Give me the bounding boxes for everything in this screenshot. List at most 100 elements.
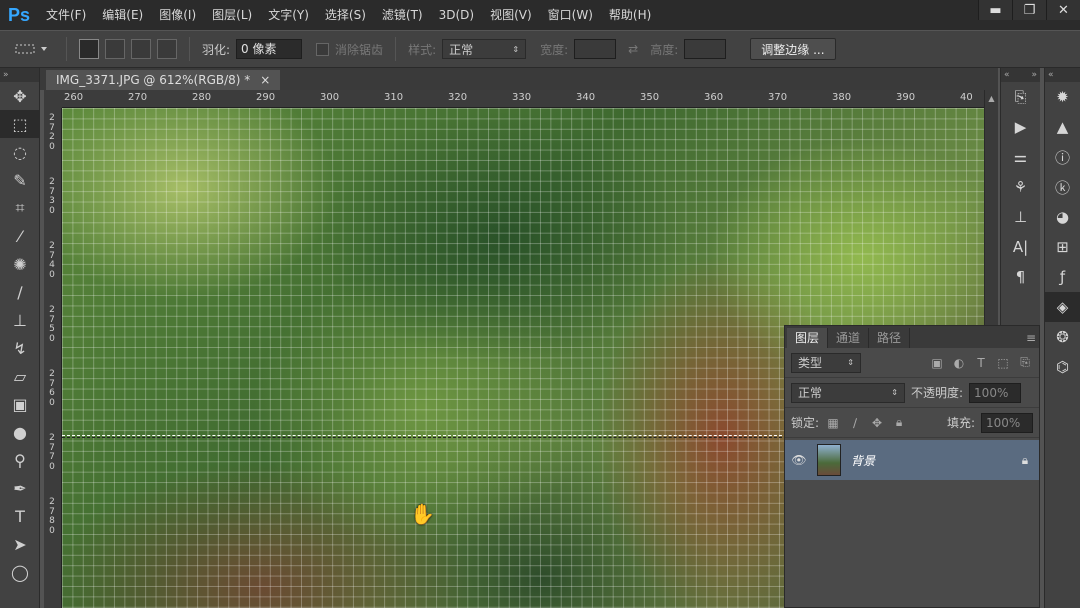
antialias-checkbox[interactable] (316, 42, 330, 56)
paragraph-panel-icon[interactable]: ¶ (1001, 262, 1040, 292)
channels-panel-icon[interactable]: ❂ (1045, 322, 1080, 352)
crop-tool-icon[interactable]: ⌗ (0, 194, 40, 222)
menu-image[interactable]: 图像(I) (151, 0, 204, 30)
swap-icon[interactable]: ⇄ (628, 42, 638, 56)
height-input[interactable] (684, 39, 727, 59)
horizontal-ruler[interactable]: 260 270 280 290 300 310 320 330 340 350 … (62, 90, 984, 108)
menu-edit[interactable]: 编辑(E) (94, 0, 151, 30)
lock-all-icon[interactable]: 🔒︎ (891, 415, 907, 430)
scroll-up-icon[interactable]: ▲ (985, 94, 998, 103)
new-selection-icon[interactable] (79, 39, 99, 59)
brush-presets-icon[interactable]: ⚘ (1001, 172, 1040, 202)
clone-source-icon[interactable]: ⊥ (1001, 202, 1040, 232)
selection-marquee (62, 435, 802, 438)
clone-stamp-tool-icon[interactable]: ⊥ (0, 306, 40, 334)
move-tool-icon[interactable]: ✥ (0, 82, 40, 110)
menu-file[interactable]: 文件(F) (38, 0, 94, 30)
pen-tool-icon[interactable]: ✒ (0, 474, 40, 502)
layers-panel-icon[interactable]: ◈ (1045, 292, 1080, 322)
ruler-tick: 320 (448, 92, 468, 103)
dock-collapse[interactable]: «» (1001, 68, 1040, 82)
type-tool-icon[interactable]: T (0, 502, 40, 530)
eyedropper-tool-icon[interactable]: ⁄ (0, 222, 40, 250)
vertical-ruler[interactable]: 2 7 2 0 2 7 3 0 2 7 4 0 2 7 5 0 2 7 6 0 … (44, 108, 62, 608)
smart-filter-icon[interactable]: ⎘ (1017, 355, 1033, 370)
info-icon[interactable]: ⓘ (1045, 142, 1080, 172)
restore-button[interactable]: ❐ (1012, 0, 1046, 20)
tab-paths[interactable]: 路径 (869, 328, 911, 348)
lock-pixels-icon[interactable]: ▦ (825, 416, 841, 430)
histogram-icon[interactable]: ▲ (1045, 112, 1080, 142)
dock-collapse[interactable]: « (1045, 68, 1080, 82)
rect-marquee-tool-icon[interactable]: ⬚ (0, 110, 40, 138)
menu-view[interactable]: 视图(V) (482, 0, 540, 30)
pixel-filter-icon[interactable]: ▣ (929, 356, 945, 370)
history-brush-tool-icon[interactable]: ↯ (0, 334, 40, 362)
divider (189, 37, 190, 61)
toolbar-collapse[interactable]: » (0, 68, 39, 82)
color-wheel-icon[interactable]: ✹ (1045, 82, 1080, 112)
paths-panel-icon[interactable]: ⌬ (1045, 352, 1080, 382)
subtract-selection-icon[interactable] (131, 39, 151, 59)
menu-layer[interactable]: 图层(L) (204, 0, 260, 30)
width-input[interactable] (574, 39, 617, 59)
lock-position-icon[interactable]: ✥ (869, 416, 885, 430)
tab-channels[interactable]: 通道 (828, 328, 870, 348)
tab-layers[interactable]: 图层 (787, 328, 829, 348)
ruler-tick: 2 7 7 0 (49, 433, 55, 472)
kuler-icon[interactable]: ⓚ (1045, 172, 1080, 202)
refine-edge-button[interactable]: 调整边缘 ... (750, 38, 836, 60)
brush-tool-icon[interactable]: ∕ (0, 278, 40, 306)
shape-tool-icon[interactable]: ◯ (0, 558, 40, 586)
intersect-selection-icon[interactable] (157, 39, 177, 59)
blend-mode-dropdown[interactable]: 正常 ⇕ (791, 382, 905, 403)
menu-type[interactable]: 文字(Y) (260, 0, 317, 30)
opacity-input[interactable]: 100% (969, 382, 1022, 403)
lock-paint-icon[interactable]: ∕ (847, 416, 863, 430)
styles-fx-icon[interactable]: ƒ (1045, 262, 1080, 292)
type-filter-icon[interactable]: T (973, 356, 989, 370)
close-button[interactable]: ✕ (1046, 0, 1080, 20)
healing-brush-tool-icon[interactable]: ✺ (0, 250, 40, 278)
dodge-tool-icon[interactable]: ⚲ (0, 446, 40, 474)
character-panel-icon[interactable]: A| (1001, 232, 1040, 262)
filter-kind-dropdown[interactable]: 类型 ⇕ (791, 352, 861, 373)
ruler-tick: 40 (960, 92, 973, 103)
close-icon[interactable]: × (260, 73, 270, 87)
feather-input[interactable]: 0 像素 (236, 39, 303, 59)
layer-row-background[interactable]: 👁︎ 背景 🔒︎ (785, 440, 1039, 480)
style-dropdown[interactable]: 正常 ⇕ (442, 39, 527, 59)
shape-filter-icon[interactable]: ⬚ (995, 356, 1011, 370)
blur-tool-icon[interactable]: ● (0, 418, 40, 446)
grid-panel-icon[interactable]: ⊞ (1045, 232, 1080, 262)
history-panel-icon[interactable]: ⎘ (1001, 82, 1040, 112)
lock-icon: 🔒︎ (1021, 452, 1029, 467)
swatches-icon[interactable]: ◕ (1045, 202, 1080, 232)
ruler-tick: 2 7 6 0 (49, 369, 55, 408)
lasso-tool-icon[interactable]: ◌ (0, 138, 40, 166)
ruler-tick: 380 (832, 92, 852, 103)
adjust-filter-icon[interactable]: ◐ (951, 356, 967, 370)
blend-row: 正常 ⇕ 不透明度: 100% (785, 378, 1039, 408)
menu-3d[interactable]: 3D(D) (431, 0, 482, 30)
eraser-tool-icon[interactable]: ▱ (0, 362, 40, 390)
panel-menu-icon[interactable]: ≡ (1023, 328, 1039, 348)
minimize-button[interactable]: ▬ (978, 0, 1012, 20)
menu-select[interactable]: 选择(S) (317, 0, 374, 30)
add-selection-icon[interactable] (105, 39, 125, 59)
adjustments-panel-icon[interactable]: ⚌ (1001, 142, 1040, 172)
ruler-origin[interactable] (44, 90, 62, 108)
ruler-tick: 300 (320, 92, 340, 103)
fill-input[interactable]: 100% (981, 412, 1033, 433)
actions-panel-icon[interactable]: ▶ (1001, 112, 1040, 142)
quick-select-tool-icon[interactable]: ✎ (0, 166, 40, 194)
menu-help[interactable]: 帮助(H) (601, 0, 659, 30)
gradient-tool-icon[interactable]: ▣ (0, 390, 40, 418)
document-tab[interactable]: IMG_3371.JPG @ 612%(RGB/8) * × (46, 70, 281, 90)
path-select-tool-icon[interactable]: ➤ (0, 530, 40, 558)
menu-window[interactable]: 窗口(W) (540, 0, 601, 30)
tool-preset-picker[interactable] (14, 38, 54, 60)
eye-icon[interactable]: 👁︎ (791, 453, 807, 467)
menu-filter[interactable]: 滤镜(T) (374, 0, 431, 30)
layer-name: 背景 (851, 453, 876, 468)
